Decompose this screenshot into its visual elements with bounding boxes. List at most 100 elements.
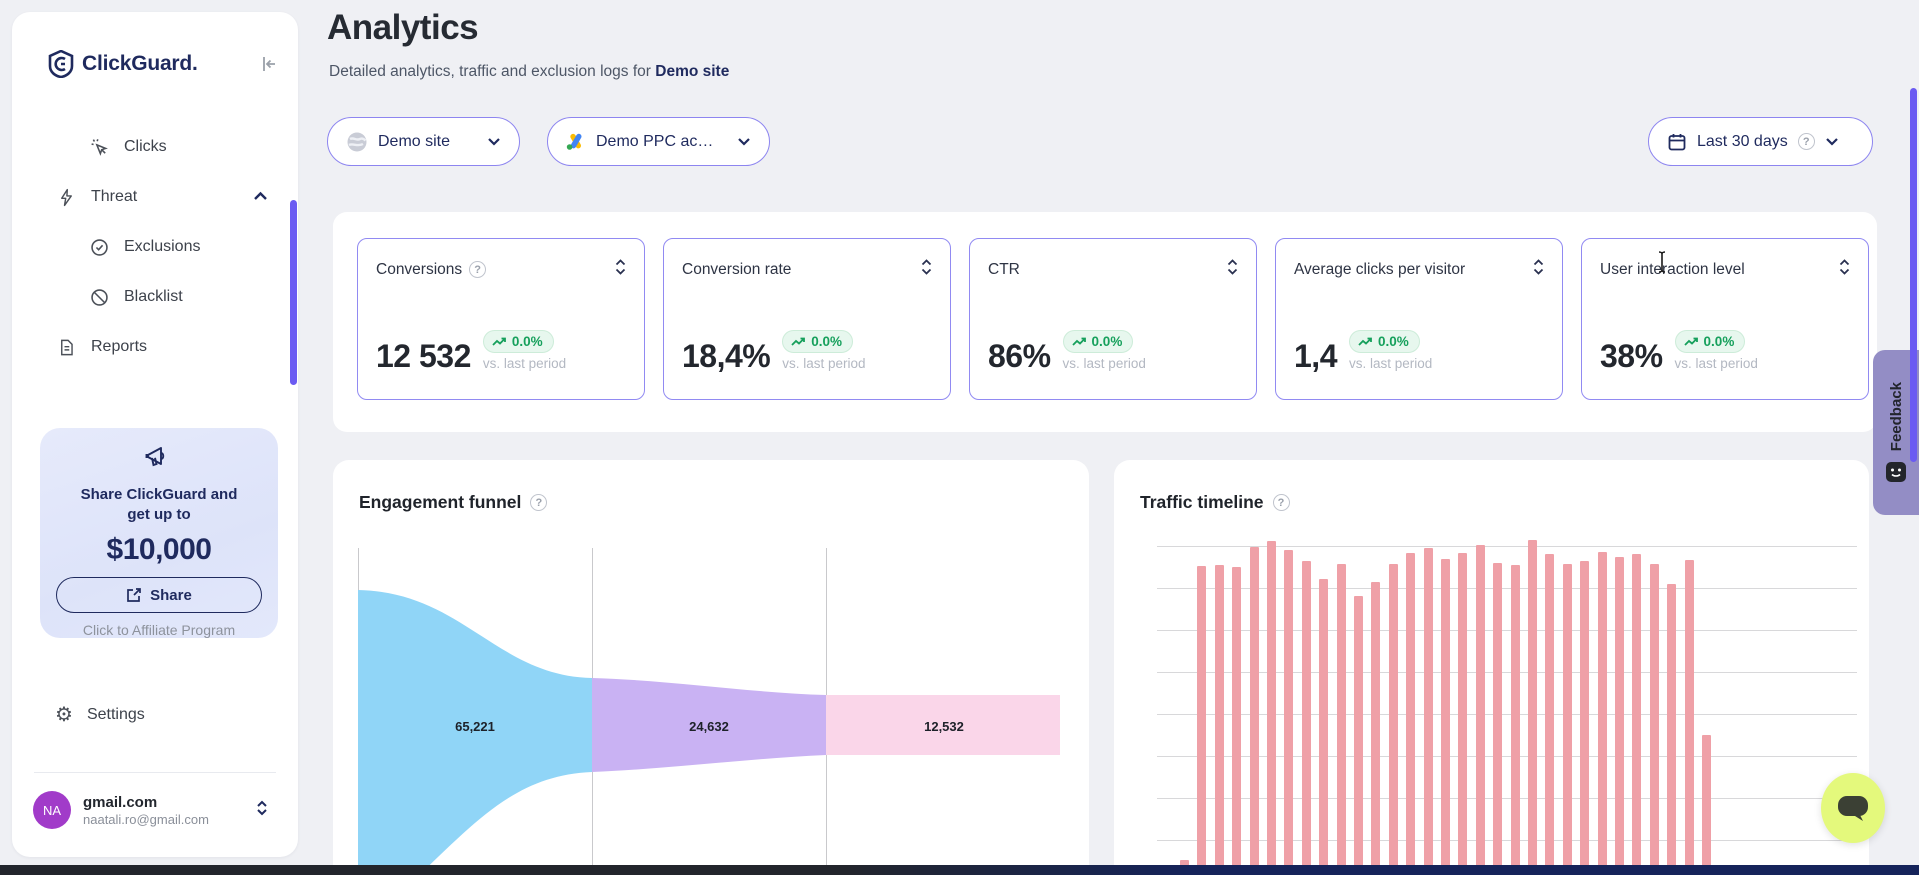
funnel-value-2: 24,632 [689,719,729,734]
traffic-bar [1580,561,1589,875]
traffic-bar [1197,566,1206,875]
help-icon[interactable]: ? [469,261,486,278]
vs-period-label: vs. last period [1675,356,1758,371]
ppc-account-selector[interactable]: Demo PPC ac… [547,117,770,166]
kpi-band: Conversions ? 12 532 0.0% vs. last perio… [333,212,1877,432]
chat-launcher-button[interactable] [1821,773,1885,843]
logo-row: ClickGuard. [48,48,280,80]
traffic-bar [1476,545,1485,875]
kpi-label: User interaction level [1600,261,1745,279]
cursor-click-icon [88,136,110,158]
kpi-value: 18,4% [682,341,770,371]
sidebar-item-exclusions[interactable]: Exclusions [12,222,298,272]
sort-icon[interactable] [615,259,626,280]
delta-badge: 0.0% [782,330,853,353]
sort-icon[interactable] [1227,259,1238,280]
kpi-value: 12 532 [376,341,471,371]
external-link-icon [126,587,142,603]
page-subtitle-text: Detailed analytics, traffic and exclusio… [329,63,651,80]
delta-badge: 0.0% [1675,330,1746,353]
promo-line-1: Share ClickGuard and [40,485,278,505]
traffic-bar [1632,554,1641,875]
chevron-down-icon [1825,137,1839,146]
traffic-timeline-panel: Traffic timeline ? [1114,460,1869,875]
kpi-label: Conversion rate [682,261,791,279]
vs-period-label: vs. last period [782,356,865,371]
sidebar-collapse-icon[interactable] [258,53,280,75]
chevron-down-icon [487,137,501,146]
promo-amount: $10,000 [40,533,278,567]
kpi-card-conversions: Conversions ? 12 532 0.0% vs. last perio… [357,238,645,400]
sidebar-item-reports[interactable]: Reports [12,322,298,372]
traffic-bar [1458,553,1467,875]
sidebar-divider [34,772,276,773]
traffic-bar [1406,553,1415,875]
kpi-value: 1,4 [1294,341,1337,371]
globe-icon [346,131,368,153]
traffic-bar [1424,548,1433,875]
traffic-bar [1267,541,1276,875]
sidebar-item-blacklist[interactable]: Blacklist [12,272,298,322]
document-icon [55,336,77,358]
account-email: naatali.ro@gmail.com [83,812,209,827]
share-button-label: Share [150,587,192,604]
share-button[interactable]: Share [56,577,262,613]
avatar: NA [33,791,71,829]
help-icon[interactable]: ? [530,494,547,511]
sidebar-item-settings[interactable]: ⚙ Settings [55,700,145,730]
vs-period-label: vs. last period [1063,356,1146,371]
page-scrollbar-thumb[interactable] [1910,88,1917,462]
sidebar-item-label: Threat [91,188,137,206]
help-icon[interactable]: ? [1273,494,1290,511]
help-icon[interactable]: ? [1798,133,1815,150]
trend-up-icon [791,337,806,347]
funnel-value-1: 65,221 [455,719,495,734]
affiliate-link[interactable]: Click to Affiliate Program [40,622,278,638]
site-selector[interactable]: Demo site [327,117,520,166]
traffic-bar [1685,560,1694,875]
sidebar-scroll-indicator[interactable] [290,200,297,385]
traffic-bar [1232,567,1241,875]
vs-period-label: vs. last period [483,356,566,371]
chevron-up-icon[interactable] [253,188,268,206]
traffic-bar [1284,550,1293,875]
megaphone-icon [144,444,174,472]
sidebar-item-label: Clicks [124,138,167,156]
delta-badge: 0.0% [1063,330,1134,353]
gear-icon: ⚙ [55,705,73,725]
traffic-bar [1563,564,1572,875]
clickguard-logo-icon [48,50,74,78]
kpi-label: Average clicks per visitor [1294,261,1465,279]
sidebar-item-clicks[interactable]: Clicks [12,122,298,172]
kpi-value: 86% [988,341,1051,371]
promo-line-2: get up to [40,505,278,525]
engagement-funnel-chart: 65,221 24,632 12,532 [358,548,1068,875]
page-title: Analytics [327,8,478,48]
prohibited-icon [88,286,110,308]
traffic-bar [1545,554,1554,875]
kpi-card-ctr: CTR 86% 0.0% vs. last period [969,238,1257,400]
traffic-bar [1615,557,1624,875]
site-selector-value: Demo site [378,133,450,151]
vs-period-label: vs. last period [1349,356,1432,371]
delta-badge: 0.0% [1349,330,1420,353]
kpi-label: Conversions [376,261,462,279]
google-ads-icon [566,132,586,151]
funnel-title: Engagement funnel [359,492,521,513]
settings-label: Settings [87,706,145,724]
traffic-bar [1215,565,1224,875]
sort-icon[interactable] [921,259,932,280]
date-range-selector[interactable]: Last 30 days ? [1648,117,1873,166]
sort-icon[interactable] [1533,259,1544,280]
sort-icon[interactable] [1839,259,1850,280]
traffic-bar [1250,547,1259,875]
traffic-bar [1389,564,1398,875]
traffic-bar [1650,564,1659,875]
sidebar-item-threat[interactable]: Threat [12,172,298,222]
select-chevrons-icon [256,799,268,822]
account-switcher[interactable]: NA gmail.com naatali.ro@gmail.com [33,788,280,832]
traffic-bar [1702,735,1711,875]
badge-check-icon [88,236,110,258]
sidebar-nav: Clicks Threat Exclusions Blacklist [12,122,298,372]
page-subtitle-site: Demo site [655,63,729,80]
